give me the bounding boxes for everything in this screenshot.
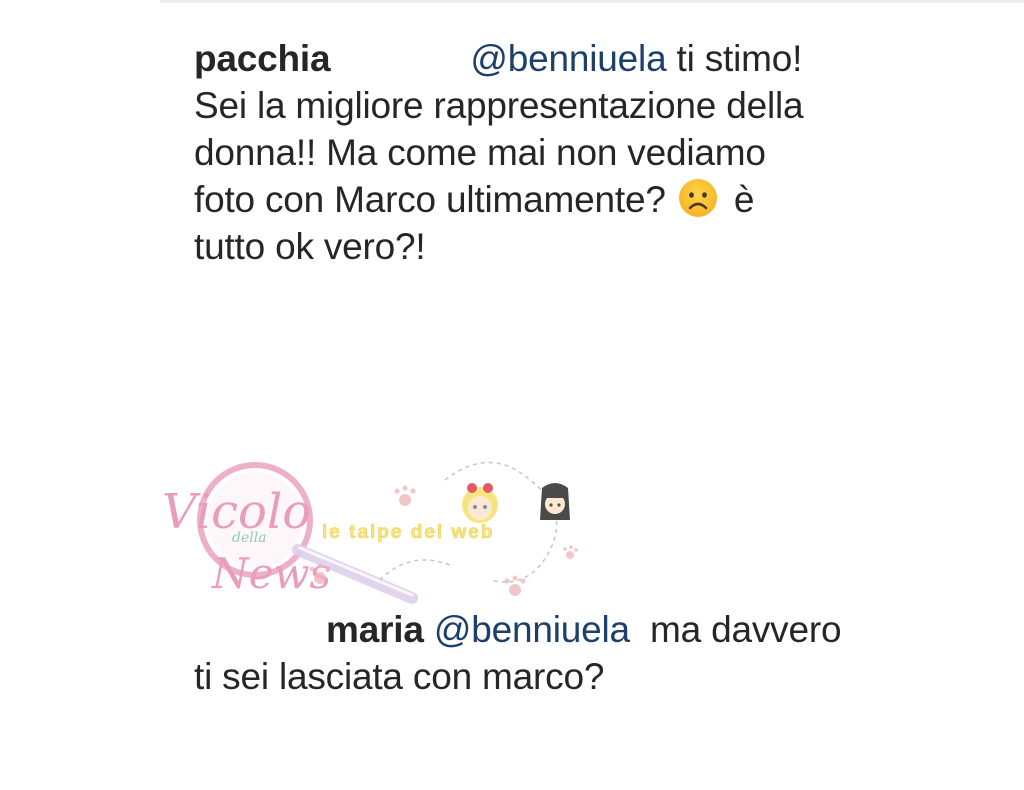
watermark-bottom: News	[211, 549, 331, 598]
comment-line-4: foto con Marco ultimamente? è	[194, 176, 894, 223]
comment-text: è	[723, 179, 755, 220]
comment-line-1: pacchia @benniuela ti stimo!	[194, 35, 894, 82]
comment-maria: maria @benniuela ma davvero ti sei lasci…	[194, 606, 954, 700]
comment-line-1: maria @benniuela ma davvero	[194, 606, 954, 653]
comment-line-2: ti sei lasciata con marco?	[194, 656, 605, 697]
comment-pacchia: pacchia @benniuela ti stimo! Sei la migli…	[194, 35, 894, 270]
mention-link[interactable]: @benniuela	[434, 609, 630, 650]
comment-text: foto con Marco ultimamente?	[194, 179, 676, 220]
comment-line-3: donna!! Ma come mai non vediamo	[194, 132, 766, 173]
comment-line-5: tutto ok vero?!	[194, 226, 426, 267]
comment-username[interactable]: maria	[326, 609, 424, 650]
comment-text: ti stimo!	[666, 38, 803, 79]
comment-line-2: Sei la migliore rappresentazione della	[194, 85, 804, 126]
top-divider	[160, 0, 1024, 3]
watermark-logo: Vicolo della News le talpe del web	[162, 461, 578, 604]
comment-username[interactable]: pacchia	[194, 38, 331, 79]
watermark-tagline: le talpe del web	[322, 522, 494, 543]
frowning-face-icon	[678, 179, 717, 217]
mention-link[interactable]: @benniuela	[470, 38, 666, 79]
comment-text: ma davvero	[629, 609, 842, 650]
watermark-middle: della	[232, 530, 267, 546]
